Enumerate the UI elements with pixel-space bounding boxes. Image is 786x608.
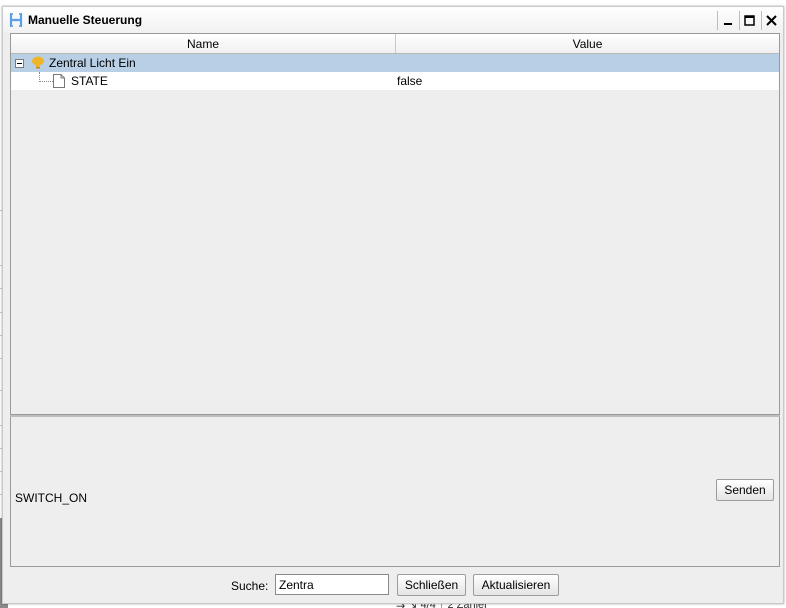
table-row[interactable]: STATE false <box>11 72 779 90</box>
table-row-group[interactable]: Zentral Licht Ein <box>11 54 779 72</box>
tree-table: Name Value Zentral Licht Ein STATE false <box>10 33 780 415</box>
search-label: Suche: <box>231 579 269 593</box>
maximize-button[interactable] <box>739 11 759 30</box>
search-input[interactable] <box>275 574 389 595</box>
title-bar[interactable]: Manuelle Steuerung <box>3 7 783 33</box>
column-header-value[interactable]: Value <box>396 34 779 53</box>
command-label: SWITCH_ON <box>15 491 87 505</box>
manual-control-dialog: Manuelle Steuerung Name Value Zentral Li… <box>2 6 784 604</box>
group-name: Zentral Licht Ein <box>49 56 136 70</box>
command-panel: SWITCH_ON Senden <box>10 417 780 567</box>
document-icon <box>53 74 65 88</box>
row-value: false <box>397 74 423 88</box>
row-name: STATE <box>71 74 108 88</box>
minimize-icon <box>723 22 732 25</box>
column-header-name[interactable]: Name <box>11 34 396 53</box>
tree-connector <box>39 72 53 82</box>
app-icon <box>9 12 23 28</box>
window-title: Manuelle Steuerung <box>28 13 143 27</box>
close-icon <box>766 15 777 26</box>
close-button[interactable]: Schließen <box>397 574 466 596</box>
table-header: Name Value <box>11 34 779 54</box>
send-button[interactable]: Senden <box>716 479 774 501</box>
minimize-button[interactable] <box>717 11 737 30</box>
close-window-button[interactable] <box>761 11 781 30</box>
refresh-button[interactable]: Aktualisieren <box>473 574 559 596</box>
collapse-toggle-icon[interactable] <box>15 58 24 68</box>
bulb-icon <box>32 56 44 69</box>
maximize-icon <box>744 15 755 26</box>
